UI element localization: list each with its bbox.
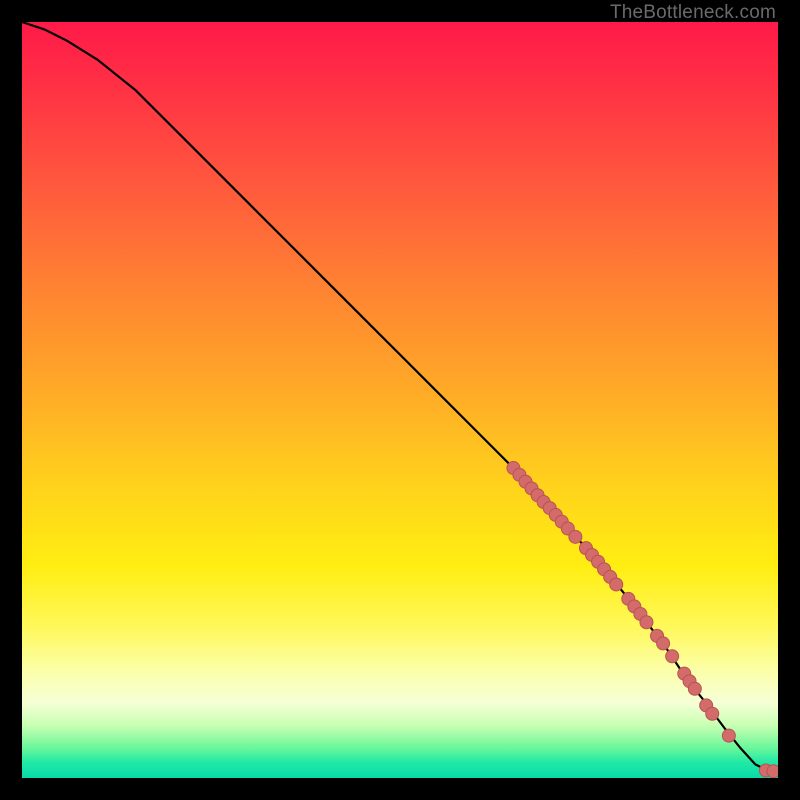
data-point	[610, 578, 623, 591]
plot-area	[22, 22, 778, 778]
data-curve	[22, 22, 778, 772]
data-point	[666, 650, 679, 663]
data-point	[569, 530, 582, 543]
data-point	[640, 616, 653, 629]
watermark-text: TheBottleneck.com	[610, 2, 776, 24]
data-point	[767, 765, 778, 778]
data-point	[706, 707, 719, 720]
data-point	[688, 682, 701, 695]
chart-stage: TheBottleneck.com	[0, 0, 800, 800]
chart-svg	[22, 22, 778, 778]
data-markers	[507, 462, 778, 778]
data-point	[657, 637, 670, 650]
data-point	[722, 729, 735, 742]
